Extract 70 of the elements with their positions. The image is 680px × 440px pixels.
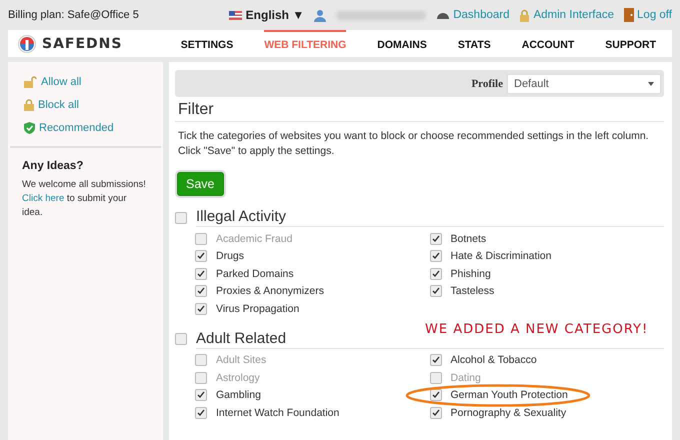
logo-text: SAFEDNS [42,36,124,52]
lock-icon [24,99,34,111]
category-label: Botnets [450,232,486,245]
category-label: Alcohol & Tobacco [450,354,537,366]
ideas-title: Any Ideas? [22,160,84,172]
category-label: Drugs [216,250,244,262]
category-label: Astrology [216,372,260,384]
billing-plan: Billing plan: Safe@Office 5 [8,9,140,21]
filter-heading: Filter [175,97,664,122]
top-link[interactable]: Admin Interface [519,8,614,22]
checkbox[interactable] [430,285,442,298]
category-label: Dating [450,372,481,384]
sidebar-link[interactable]: Block all [24,99,147,111]
top-link[interactable]: Log off [624,8,672,22]
checkbox[interactable] [430,372,442,384]
click-here-link[interactable]: Click here [22,193,64,204]
profile-label: Profile [471,78,503,90]
checkbox[interactable] [430,232,442,245]
category-label: Internet Watch Foundation [216,406,340,419]
checkbox[interactable] [195,285,207,298]
checkbox[interactable] [430,250,442,262]
top-link[interactable]: Dashboard [436,9,510,21]
checkbox[interactable] [195,354,207,366]
checkbox[interactable] [430,406,442,419]
category-heading: Illegal Activity [196,208,664,227]
caret-icon [648,82,654,86]
nav-tab[interactable]: STATS [458,30,491,57]
profile-select[interactable]: Default [507,74,661,94]
ideas-text: We welcome all submissions! Click here to submit your idea. [22,178,147,220]
checkbox[interactable] [195,389,207,402]
door-icon [624,8,634,22]
category-label: Gambling [216,389,261,402]
gauge-icon [436,10,450,20]
checkbox[interactable] [195,302,207,315]
nav-tab[interactable]: ACCOUNT [522,30,574,57]
filter-description: Tick the categories of websites you want to block or choose recommended settings in the left column. Click "Save" to apply the settings. [178,129,650,159]
checkbox[interactable] [175,212,187,224]
checkbox[interactable] [175,333,187,345]
save-button[interactable]: Save [177,172,224,196]
unlocked-icon [24,76,37,88]
sidebar-link[interactable]: Allow all [24,76,147,88]
category-label: Parked Domains [216,268,294,280]
checkbox[interactable] [430,268,442,280]
sidebar-link[interactable]: Recommended [24,122,147,134]
category-label: Virus Propagation [216,302,300,315]
shield-check-icon [24,122,35,134]
checkbox[interactable] [430,354,442,366]
category-label: Pornography & Sexuality [450,406,566,419]
category-label: Adult Sites [216,354,266,366]
category-label: Hate & Discrimination [450,250,552,262]
checkbox[interactable] [195,406,207,419]
lock-icon [519,8,530,22]
language-selector[interactable]: English ▼ [246,8,304,22]
checkbox[interactable] [195,232,207,245]
category-label: Proxies & Anonymizers [216,285,324,298]
nav-tab[interactable]: WEB FILTERING [264,30,346,57]
category-label: German Youth Protection [450,389,568,402]
category-label: Academic Fraud [216,232,292,245]
category-label: Phishing [450,268,491,280]
user-icon [314,8,326,22]
checkbox[interactable] [195,250,207,262]
nav-tab[interactable]: DOMAINS [377,30,427,57]
flag-icon [228,10,242,20]
checkbox[interactable] [195,268,207,280]
checkbox[interactable] [430,389,442,402]
logo-icon [18,34,36,52]
category-label: Tasteless [450,285,494,298]
nav-tab[interactable]: SUPPORT [605,30,656,57]
nav-tab[interactable]: SETTINGS [180,30,234,57]
checkbox[interactable] [195,372,207,384]
